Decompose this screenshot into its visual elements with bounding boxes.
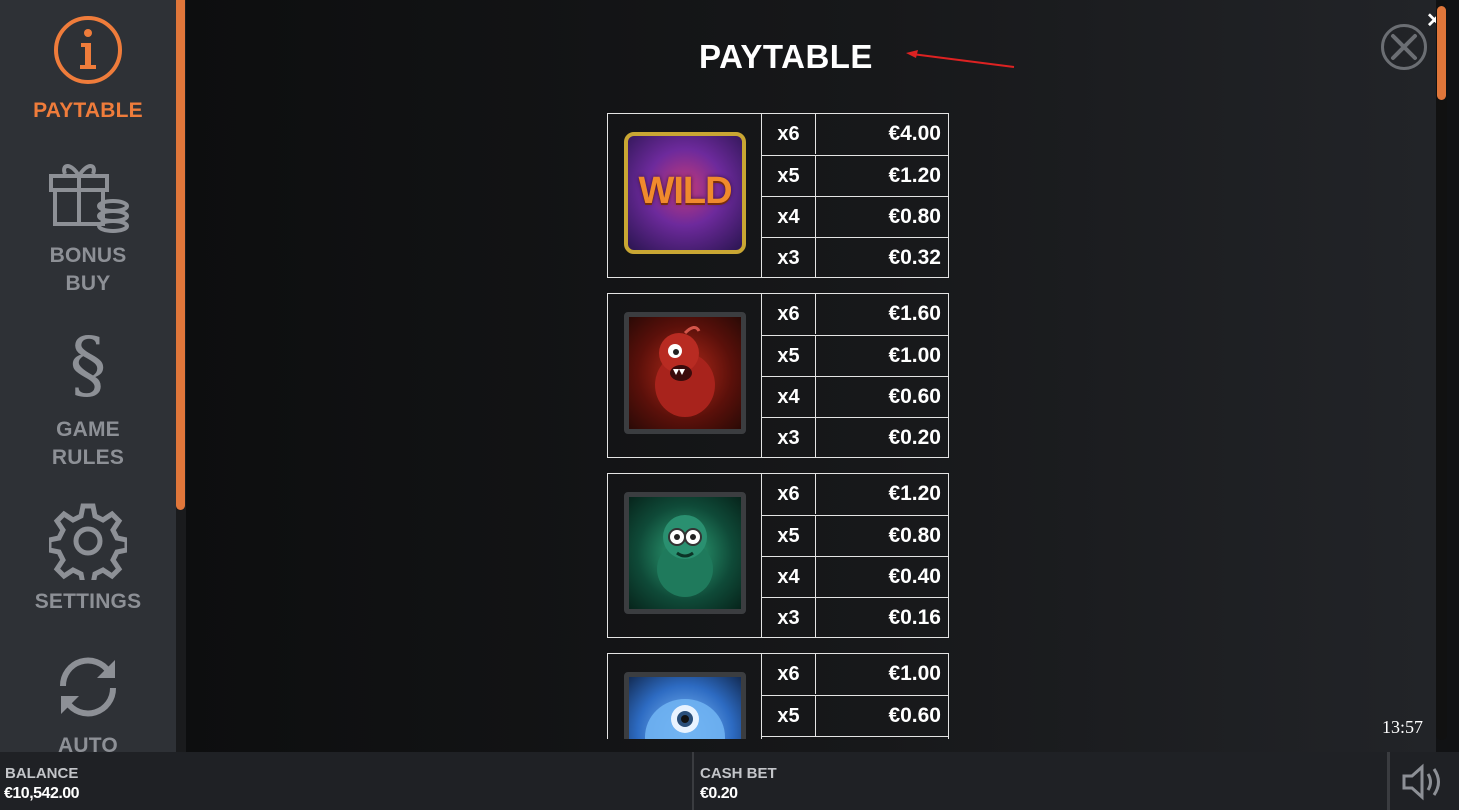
close-icon: [1391, 34, 1417, 60]
payout-amount: €1.60: [888, 302, 941, 325]
blue-monster-image: [645, 699, 725, 739]
info-icon: [54, 16, 122, 84]
page-title: PAYTABLE: [699, 38, 873, 75]
symbol-count: x5: [762, 336, 816, 376]
sound-button[interactable]: [1398, 760, 1450, 804]
clock: 13:57: [1382, 717, 1424, 737]
table-row: x3 €0.16: [762, 597, 948, 638]
content-scrollbar-thumb[interactable]: [1437, 6, 1446, 100]
sidebar-scrollbar-thumb[interactable]: [176, 0, 185, 510]
table-row: x4 €0.80: [762, 196, 948, 237]
symbol-count: x3: [762, 238, 816, 278]
paytable-entry-green-monster: x6 €1.20 x5 €0.80 x4 €0.40 x3 €0.16: [607, 473, 949, 638]
annotation-arrow: [906, 50, 1015, 68]
sidebar-item-game-rules[interactable]: § GAME RULES: [0, 326, 176, 472]
symbol-count: x6: [762, 294, 816, 334]
close-button[interactable]: [1381, 24, 1427, 70]
table-row: x6 €1.00: [762, 654, 948, 694]
payout-amount: €0.60: [888, 704, 941, 727]
payout-amount: €0.40: [888, 565, 941, 588]
table-row: x5 €1.20: [762, 155, 948, 196]
balance-label: BALANCE: [5, 765, 79, 782]
symbol-count: x5: [762, 696, 816, 736]
table-row: x4 €0.40: [762, 556, 948, 597]
symbol-count: x4: [762, 197, 816, 237]
sidebar-item-auto[interactable]: AUTO: [0, 652, 176, 752]
payout-amount: €1.20: [888, 164, 941, 187]
refresh-icon: [59, 657, 117, 717]
payout-amount: €0.32: [888, 246, 941, 269]
payout-amount: €1.00: [888, 662, 941, 685]
symbol-count: x6: [762, 654, 816, 694]
sidebar-item-label: GAME RULES: [51, 418, 125, 469]
red-monster-symbol: [624, 312, 746, 434]
sidebar: PAYTABLE BONUS BUY § GAME RULES SETTINGS…: [0, 0, 176, 752]
payout-amount: €0.80: [888, 205, 941, 228]
symbol-count: x6: [762, 114, 816, 154]
gear-icon: [49, 503, 127, 580]
payout-amount: €4.00: [888, 122, 941, 145]
cash-bet-label: CASH BET: [700, 765, 777, 782]
payout-amount: €1.00: [888, 344, 941, 367]
payout-amount: €0.16: [888, 606, 941, 629]
table-row: x5 €0.80: [762, 515, 948, 556]
wild-symbol: WILD: [624, 132, 746, 254]
table-row: x5 €1.00: [762, 335, 948, 376]
sidebar-item-bonus-buy[interactable]: BONUS BUY: [0, 150, 176, 298]
symbol-cell: [608, 654, 762, 739]
symbol-count: x5: [762, 516, 816, 556]
balance-value: €10,542.00: [4, 785, 80, 802]
red-monster-image: [655, 326, 715, 417]
paytable: WILD x6 €4.00 x5 €1.20 x4 €0.80 x3 €0.32: [607, 113, 949, 739]
paytable-entry-wild: WILD x6 €4.00 x5 €1.20 x4 €0.80 x3 €0.32: [607, 113, 949, 278]
gift-coins-icon: [49, 164, 129, 233]
cash-bet-value: €0.20: [700, 785, 738, 802]
table-row: x5 €0.60: [762, 695, 948, 736]
payout-amount: €0.60: [888, 385, 941, 408]
speaker-icon: [1402, 763, 1440, 801]
sidebar-item-label: PAYTABLE: [33, 99, 143, 122]
green-monster-image: [657, 515, 713, 597]
table-row: x4 €0.60: [762, 376, 948, 417]
symbol-count: x4: [762, 377, 816, 417]
paytable-entry-red-monster: x6 €1.60 x5 €1.00 x4 €0.60 x3 €0.20: [607, 293, 949, 458]
section-sign-icon: §: [69, 322, 107, 408]
sidebar-item-label: BONUS BUY: [49, 244, 127, 295]
symbol-count: x6: [762, 474, 816, 514]
footer-divider: [1387, 752, 1390, 810]
symbol-count: x4: [762, 557, 816, 597]
wild-symbol-label: WILD: [638, 170, 732, 212]
sidebar-item-label: AUTO: [58, 734, 118, 752]
payout-amount: €0.20: [888, 426, 941, 449]
paytable-panel: PAYTABLE ✕ WILD x6 €4.00 x5 €1.20 x4 €0.80 …: [186, 0, 1443, 752]
symbol-count: x3: [762, 598, 816, 638]
table-row: x6 €1.60: [762, 294, 948, 334]
symbol-count: x3: [762, 418, 816, 458]
paytable-entry-blue-monster: x6 €1.00 x5 €0.60: [607, 653, 949, 739]
payout-amount: €1.20: [888, 482, 941, 505]
symbol-cell: [608, 294, 762, 457]
blue-monster-symbol: [624, 672, 746, 739]
payout-amount: €0.80: [888, 524, 941, 547]
footer-bar: BALANCE €10,542.00 CASH BET €0.20: [0, 752, 1459, 810]
sidebar-item-settings[interactable]: SETTINGS: [0, 502, 176, 616]
content-scrollbar[interactable]: [1436, 0, 1447, 740]
table-row: x3 €0.20: [762, 417, 948, 458]
footer-divider: [692, 752, 694, 810]
symbol-cell: WILD: [608, 114, 762, 277]
table-row: x6 €1.20: [762, 474, 948, 514]
table-row: [762, 736, 948, 739]
table-row: x6 €4.00: [762, 114, 948, 154]
symbol-cell: [608, 474, 762, 637]
sidebar-item-paytable[interactable]: PAYTABLE: [0, 14, 176, 125]
sidebar-item-label: SETTINGS: [34, 590, 142, 613]
green-monster-symbol: [624, 492, 746, 614]
symbol-count: x5: [762, 156, 816, 196]
table-row: x3 €0.32: [762, 237, 948, 278]
